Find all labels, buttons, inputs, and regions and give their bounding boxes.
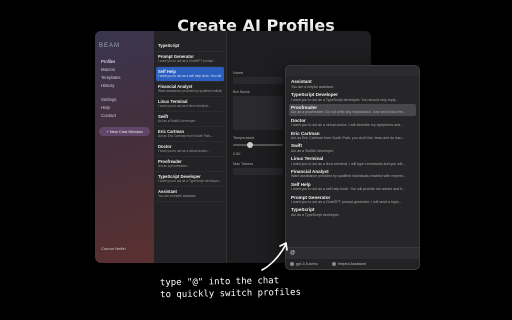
profile-option[interactable]: Assistant You are a helpful assistant.: [289, 78, 416, 91]
chat-title-bar[interactable]: [286, 66, 419, 76]
list-item-desc: Want assistance provided by qualified in…: [158, 89, 222, 93]
profile-option-desc: I want you to act as a linux terminal. I…: [291, 161, 406, 166]
profile-label: Helpful Assistant: [337, 262, 366, 266]
list-item[interactable]: TypeScript Developer I want you to act as…: [156, 172, 224, 187]
list-item[interactable]: Prompt Generator I want you to act as a C…: [156, 52, 224, 67]
profile-picker-popup: Assistant You are a helpful assistant. Ty…: [286, 76, 419, 221]
profile-option-desc: Act as a SwiftUI developer.: [291, 148, 334, 153]
profile-option[interactable]: Financial Analyst Want assistance provide…: [289, 168, 416, 181]
list-item-desc: I want you to act as a ChatGPT prompt...: [158, 59, 216, 63]
app-logo: BEAM: [99, 43, 121, 49]
profile-option[interactable]: Swift Act as a SwiftUI developer.: [289, 142, 416, 155]
list-item[interactable]: Assistant You are a helpful assistant.: [156, 187, 224, 202]
profile-option-selected[interactable]: Proofreader Act as a proofreader. Do not …: [289, 103, 416, 117]
list-item-selected[interactable]: Self Help I want you to act as a self hel…: [156, 67, 224, 82]
sidebar-item-contact[interactable]: Contact: [99, 111, 150, 119]
list-item-desc: I want you to act as a self help book. Y…: [158, 74, 222, 78]
profile-option[interactable]: Prompt Generator I want you to act as a C…: [289, 193, 416, 206]
sidebar-item-help[interactable]: Help: [99, 103, 150, 111]
user-name[interactable]: Connor Neffel: [101, 246, 126, 251]
list-item[interactable]: Eric Cartman Act as Eric Cartman from Sou…: [156, 127, 224, 142]
profile-option[interactable]: Linux Terminal I want you to act as a lin…: [289, 155, 416, 168]
annotation-line2: to quickly switch profiles: [160, 287, 302, 301]
list-item-desc: Act as Eric Cartman from South Park...: [158, 134, 213, 138]
sidebar-item-profiles[interactable]: Profiles: [99, 57, 150, 65]
profile-list: TypeScript Prompt Generator I want you to…: [154, 31, 227, 263]
profile-option-desc: I want you to act as a self help book. Y…: [291, 187, 406, 192]
list-item-desc: Act as a proofreader...: [158, 164, 190, 168]
profile-selector[interactable]: Helpful Assistant: [331, 262, 366, 266]
list-item[interactable]: TypeScript: [156, 41, 224, 52]
sidebar-item-settings[interactable]: Settings: [99, 95, 150, 103]
list-item[interactable]: Doctor I want you to act as a virtual doc…: [156, 142, 224, 157]
system-prompt-field[interactable]: [233, 96, 283, 130]
chat-window: Assistant You are a helpful assistant. Ty…: [285, 65, 420, 270]
new-chat-window-button[interactable]: + New Chat Window: [99, 127, 150, 136]
list-item-desc: I want you to act as a linux terminal...: [158, 104, 211, 108]
profile-option-desc: Act as Eric Cartman from South Park, you…: [291, 135, 405, 140]
sidebar: BEAM Profiles Macros Templates History S…: [95, 31, 154, 263]
list-item-desc: Act as a SwiftUI developer.: [158, 119, 197, 123]
profile-option-desc: You are a helpful assistant.: [291, 84, 335, 89]
list-item[interactable]: Financial Analyst Want assistance provide…: [156, 82, 224, 97]
name-field[interactable]: [233, 77, 283, 84]
max-tokens-field[interactable]: [233, 168, 283, 175]
model-selector[interactable]: gpt-3.5-turbo: [290, 262, 318, 266]
profile-option[interactable]: TypeScript Developer I want you to act as…: [289, 91, 416, 104]
list-item[interactable]: Proofreader Act as a proofreader...: [156, 157, 224, 172]
temperature-slider[interactable]: [233, 142, 283, 148]
list-item-desc: You are a helpful assistant.: [158, 194, 197, 198]
profile-icon: [331, 262, 336, 266]
list-item[interactable]: Linux Terminal I want you to act as a lin…: [156, 97, 224, 112]
sidebar-item-history[interactable]: History: [99, 81, 150, 89]
profile-option-desc: Act as a proofreader. Do not write any e…: [291, 110, 406, 115]
annotation-arrow-icon: [261, 242, 288, 271]
profile-option-desc: Act as a TypeScript developer.: [291, 212, 340, 217]
profile-option-desc: I want you to act as a TypeScript develo…: [291, 97, 399, 102]
profile-option[interactable]: Self Help I want you to act as a self hel…: [289, 180, 416, 193]
list-item-desc: I want you to act as a virtual doctor...: [158, 149, 210, 153]
profile-option-desc: I want you to act as a virtual doctor. I…: [291, 123, 404, 128]
list-item-name: TypeScript: [158, 43, 180, 48]
profile-option[interactable]: Doctor I want you to act as a virtual doc…: [289, 116, 416, 129]
profile-option[interactable]: Eric Cartman Act as Eric Cartman from Sou…: [289, 129, 416, 142]
chat-input[interactable]: @: [286, 247, 419, 259]
profile-option[interactable]: TypeScript Act as a TypeScript developer.: [289, 206, 416, 219]
chat-footer: gpt-3.5-turbo Helpful Assistant: [286, 259, 419, 269]
sidebar-item-macros[interactable]: Macros: [99, 65, 150, 73]
profile-option-desc: Want assistance provided by qualified in…: [291, 174, 406, 179]
sidebar-item-templates[interactable]: Templates: [99, 73, 150, 81]
annotation-text: type "@" into the chat to quickly switch…: [160, 275, 301, 301]
model-label: gpt-3.5-turbo: [296, 262, 318, 266]
list-item-desc: I want you to act as a TypeScript develo…: [158, 179, 222, 183]
profile-option-desc: I want you to act as a ChatGPT prompt ge…: [291, 199, 402, 204]
list-item[interactable]: Swift Act as a SwiftUI developer.: [156, 112, 224, 127]
